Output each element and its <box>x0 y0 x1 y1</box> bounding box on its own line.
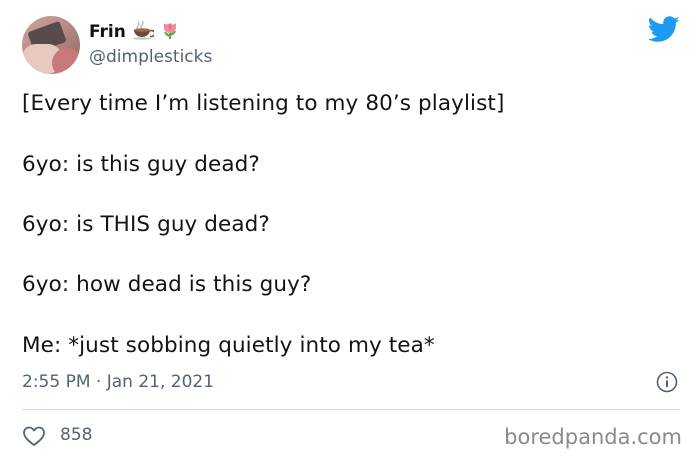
tweet-timestamp[interactable]: 2:55 PM · Jan 21, 2021 <box>22 372 214 392</box>
watermark: boredpanda.com <box>504 425 682 449</box>
info-icon[interactable] <box>656 371 678 393</box>
like-count: 858 <box>60 425 93 445</box>
tweet-text-line: 6yo: is THIS guy dead? <box>22 212 270 237</box>
tweet-text-line: 6yo: how dead is this guy? <box>22 272 312 297</box>
tulip-emoji <box>160 20 180 44</box>
teacup-emoji <box>132 20 156 44</box>
tweet-text-line: [Every time I’m listening to my 80’s pla… <box>22 91 505 116</box>
author-name-row: Frin <box>89 20 180 44</box>
tweet-text-line: 6yo: is this guy dead? <box>22 152 260 177</box>
heart-icon[interactable] <box>22 425 46 447</box>
twitter-bird-icon[interactable] <box>648 16 680 43</box>
divider <box>22 409 680 410</box>
author-display-name[interactable]: Frin <box>89 22 126 42</box>
avatar[interactable] <box>22 16 80 74</box>
tweet-text-line: Me: *just sobbing quietly into my tea* <box>22 333 435 358</box>
author-handle[interactable]: @dimplesticks <box>89 47 212 67</box>
